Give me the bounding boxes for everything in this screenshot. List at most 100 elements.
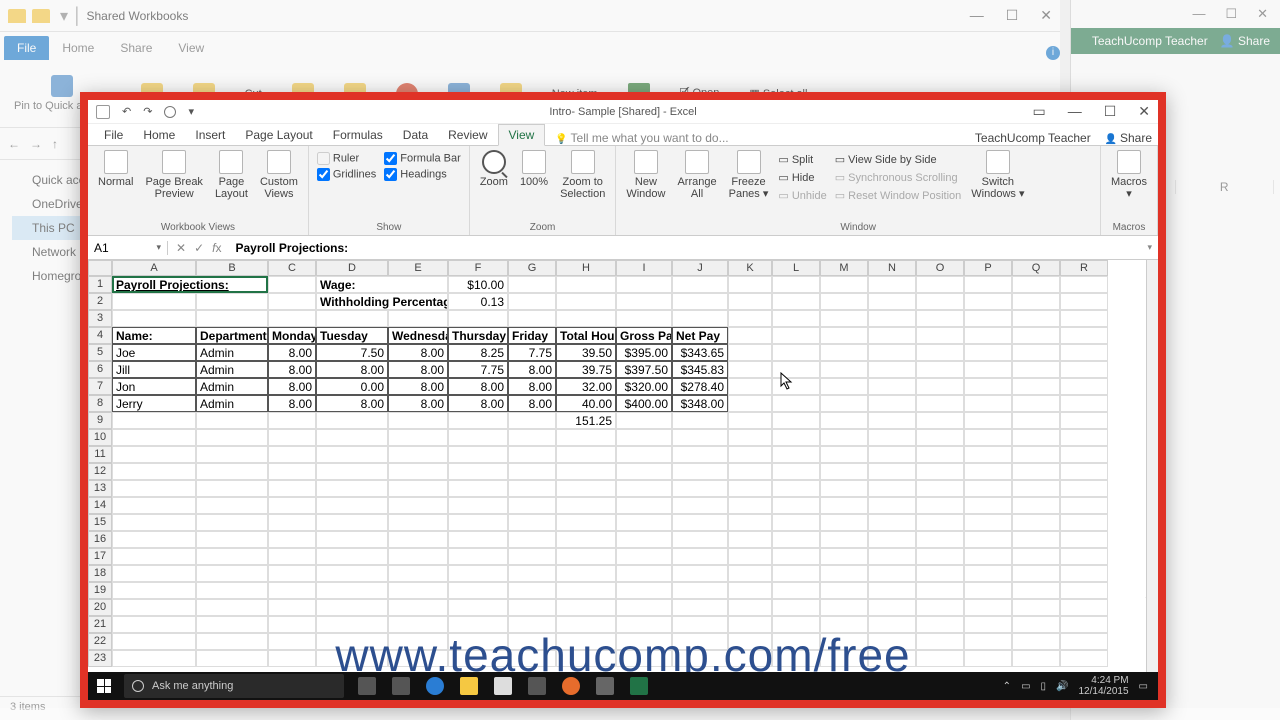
cell[interactable] <box>556 548 616 565</box>
cell[interactable]: Joe <box>112 344 196 361</box>
cell[interactable] <box>820 446 868 463</box>
cell[interactable] <box>448 565 508 582</box>
cell[interactable]: $395.00 <box>616 344 672 361</box>
cell[interactable] <box>448 548 508 565</box>
cell[interactable] <box>728 429 772 446</box>
cell[interactable] <box>728 412 772 429</box>
cell[interactable]: Jon <box>112 378 196 395</box>
cell[interactable] <box>820 412 868 429</box>
cell[interactable] <box>196 599 268 616</box>
row-header[interactable]: 22 <box>88 633 112 650</box>
cell[interactable] <box>196 582 268 599</box>
row-header[interactable]: 9 <box>88 412 112 429</box>
cell[interactable] <box>1060 548 1108 565</box>
close-icon[interactable]: ✕ <box>1138 103 1150 120</box>
cell[interactable] <box>916 650 964 667</box>
cell[interactable] <box>672 548 728 565</box>
cell[interactable] <box>916 378 964 395</box>
cell[interactable] <box>508 446 556 463</box>
taskbar-icon[interactable] <box>528 677 546 695</box>
cell[interactable] <box>268 412 316 429</box>
cell[interactable] <box>820 514 868 531</box>
col-header[interactable]: E <box>388 260 448 276</box>
cell[interactable]: Jill <box>112 361 196 378</box>
share-button[interactable]: Share <box>1105 131 1152 145</box>
cell[interactable] <box>616 412 672 429</box>
cell[interactable] <box>772 480 820 497</box>
col-header[interactable]: O <box>916 260 964 276</box>
cell[interactable]: 8.00 <box>508 361 556 378</box>
cell[interactable] <box>868 480 916 497</box>
forward-icon[interactable]: → <box>30 137 42 151</box>
cell[interactable] <box>772 310 820 327</box>
arrange-all-button[interactable]: Arrange All <box>673 148 720 202</box>
cell[interactable] <box>1060 531 1108 548</box>
cell[interactable] <box>672 293 728 310</box>
cell[interactable] <box>772 582 820 599</box>
name-box[interactable]: A1▾ <box>88 241 168 255</box>
cell[interactable] <box>728 395 772 412</box>
cell[interactable] <box>316 599 388 616</box>
cell[interactable] <box>508 497 556 514</box>
ruler-checkbox[interactable]: Ruler <box>317 152 376 165</box>
col-header[interactable]: Q <box>1012 260 1060 276</box>
cell[interactable] <box>728 514 772 531</box>
cell[interactable] <box>1060 378 1108 395</box>
cell[interactable] <box>916 463 964 480</box>
cell[interactable] <box>964 582 1012 599</box>
cell[interactable] <box>1012 582 1060 599</box>
share-button[interactable]: 👤 Share <box>1220 34 1270 48</box>
cell[interactable]: 8.00 <box>268 361 316 378</box>
cell[interactable] <box>616 310 672 327</box>
cell[interactable]: 7.75 <box>448 361 508 378</box>
redo-icon[interactable]: ↷ <box>143 105 152 118</box>
cell[interactable] <box>1060 463 1108 480</box>
cell[interactable] <box>772 327 820 344</box>
cell[interactable] <box>1012 293 1060 310</box>
tab-insert[interactable]: Insert <box>185 125 235 145</box>
cell[interactable] <box>112 599 196 616</box>
row-header[interactable]: 13 <box>88 480 112 497</box>
cell[interactable] <box>868 548 916 565</box>
view-side-by-side-button[interactable]: ▭ View Side by Side <box>835 152 962 167</box>
spreadsheet-grid[interactable]: ABCDEFGHIJKLMNOPQR1Payroll Projections:W… <box>88 260 1158 682</box>
cell[interactable] <box>196 446 268 463</box>
cell[interactable] <box>672 497 728 514</box>
cell[interactable] <box>616 531 672 548</box>
col-header[interactable]: K <box>728 260 772 276</box>
cell[interactable]: 8.00 <box>268 378 316 395</box>
cell[interactable] <box>1012 616 1060 633</box>
col-header[interactable]: R <box>1060 260 1108 276</box>
cell[interactable]: 151.25 <box>556 412 616 429</box>
cell[interactable] <box>728 463 772 480</box>
cell[interactable] <box>448 514 508 531</box>
cell[interactable] <box>1012 480 1060 497</box>
cell[interactable] <box>728 531 772 548</box>
cell[interactable] <box>916 276 964 293</box>
cell[interactable] <box>964 327 1012 344</box>
cell[interactable] <box>1060 395 1108 412</box>
col-header[interactable]: G <box>508 260 556 276</box>
cell[interactable] <box>868 395 916 412</box>
cell[interactable] <box>772 293 820 310</box>
cell[interactable] <box>820 327 868 344</box>
col-header[interactable]: M <box>820 260 868 276</box>
cell[interactable] <box>112 497 196 514</box>
cell[interactable]: $278.40 <box>672 378 728 395</box>
row-header[interactable]: 17 <box>88 548 112 565</box>
cell[interactable] <box>868 361 916 378</box>
cell[interactable] <box>916 531 964 548</box>
excel-icon[interactable] <box>630 677 648 695</box>
row-header[interactable]: 15 <box>88 514 112 531</box>
col-header[interactable]: C <box>268 260 316 276</box>
cell[interactable] <box>196 412 268 429</box>
cell[interactable]: Thursday <box>448 327 508 344</box>
cell[interactable] <box>268 293 316 310</box>
cell[interactable] <box>672 429 728 446</box>
cell[interactable] <box>916 412 964 429</box>
cell[interactable] <box>316 548 388 565</box>
cell[interactable]: 8.00 <box>508 378 556 395</box>
cell[interactable] <box>772 361 820 378</box>
cell[interactable] <box>1012 650 1060 667</box>
cell[interactable] <box>448 480 508 497</box>
